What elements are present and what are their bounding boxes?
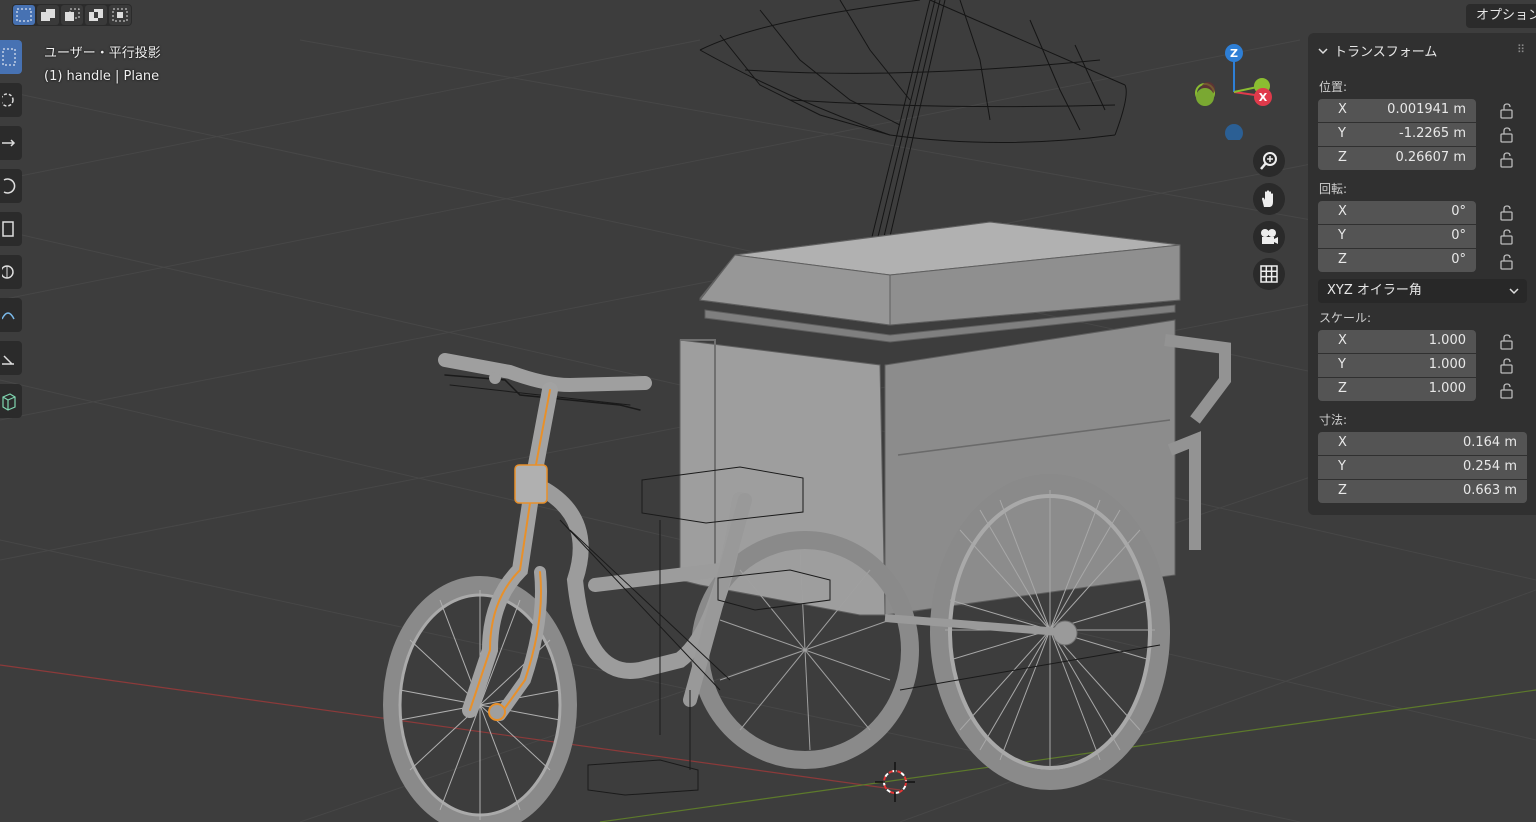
rotation-z-field[interactable]: Z 0° <box>1318 249 1476 272</box>
tool-shelf <box>0 40 22 427</box>
lock-icon[interactable] <box>1498 127 1516 143</box>
svg-text:X: X <box>1259 91 1268 104</box>
select-subtract-icon[interactable] <box>61 5 83 25</box>
location-z-field[interactable]: Z 0.26607 m <box>1318 147 1476 170</box>
scale-icon[interactable] <box>0 212 22 246</box>
dimensions-x-field[interactable]: X 0.164 m <box>1318 432 1527 455</box>
measure-icon[interactable] <box>0 341 22 375</box>
lock-icon[interactable] <box>1498 103 1516 119</box>
drag-handle-icon[interactable]: ⠿ <box>1517 43 1526 56</box>
transform-panel: トランスフォーム ⠿ 位置: X 0.001941 m Y -1.2265 m Z0… <box>1308 33 1536 515</box>
viewport-header: オプション <box>0 0 1536 30</box>
lock-icon[interactable] <box>1498 152 1516 168</box>
pan-hand-icon[interactable] <box>1253 183 1285 215</box>
dimensions-z-field[interactable]: Z 0.663 m <box>1318 480 1527 503</box>
scene-canvas[interactable] <box>0 0 1536 822</box>
lock-icon[interactable] <box>1498 358 1516 374</box>
transform-panel-header[interactable]: トランスフォーム <box>1318 41 1437 60</box>
select-box-icon[interactable] <box>0 40 22 74</box>
rotate-icon[interactable] <box>0 169 22 203</box>
rotation-mode-dropdown[interactable]: XYZ オイラー角 <box>1318 279 1527 303</box>
chevron-down-icon <box>1509 288 1519 295</box>
gizmo-z-axis[interactable]: Z <box>1225 44 1243 62</box>
select-difference-icon[interactable] <box>85 5 107 25</box>
scale-y-field[interactable]: Y 1.000 <box>1318 354 1476 377</box>
scale-label: スケール: <box>1319 311 1372 325</box>
add-cube-icon[interactable] <box>0 384 22 418</box>
lock-icon[interactable] <box>1498 254 1516 270</box>
grid-icon[interactable] <box>1253 258 1285 290</box>
object-info: (1) handle | Plane <box>44 69 160 84</box>
selected-fork <box>462 382 558 721</box>
3d-cursor-icon <box>875 762 915 802</box>
zoom-icon[interactable] <box>1253 145 1285 177</box>
chevron-down-icon <box>1318 47 1328 54</box>
navigation-gizmo[interactable]: Z X <box>1190 40 1280 142</box>
select-new-icon[interactable] <box>13 5 35 25</box>
select-extend-icon[interactable] <box>37 5 59 25</box>
svg-text:Z: Z <box>1230 47 1238 60</box>
view-name: ユーザー・平行投影 <box>44 46 161 61</box>
panel-title: トランスフォーム <box>1334 45 1438 60</box>
lock-icon[interactable] <box>1498 334 1516 350</box>
scale-x-field[interactable]: X 1.000 <box>1318 330 1476 353</box>
lock-icon[interactable] <box>1498 205 1516 221</box>
lock-icon[interactable] <box>1498 383 1516 399</box>
scale-z-field[interactable]: Z 1.000 <box>1318 378 1476 401</box>
location-x-field[interactable]: X 0.001941 m <box>1318 99 1476 122</box>
options-dropdown[interactable]: オプション <box>1466 4 1536 28</box>
move-icon[interactable] <box>0 126 22 160</box>
viewport-info: ユーザー・平行投影 (1) handle | Plane <box>44 42 161 88</box>
dimensions-label: 寸法: <box>1319 413 1348 427</box>
transform-icon[interactable] <box>0 255 22 289</box>
annotate-icon[interactable] <box>0 298 22 332</box>
select-intersect-icon[interactable] <box>109 5 131 25</box>
selection-mode-group <box>12 4 132 26</box>
gizmo-x-axis[interactable]: X <box>1254 88 1272 106</box>
location-y-field[interactable]: Y -1.2265 m <box>1318 123 1476 146</box>
rotation-label: 回転: <box>1319 182 1348 196</box>
location-label: 位置: <box>1319 80 1348 94</box>
lock-icon[interactable] <box>1498 229 1516 245</box>
3d-viewport[interactable]: オプション ユーザー・平行投影 (1) handle | Plane Z X ト… <box>0 0 1536 822</box>
cursor-icon[interactable] <box>0 83 22 117</box>
camera-icon[interactable] <box>1253 221 1285 253</box>
dimensions-y-field[interactable]: Y 0.254 m <box>1318 456 1527 479</box>
rotation-x-field[interactable]: X 0° <box>1318 201 1476 224</box>
rotation-y-field[interactable]: Y 0° <box>1318 225 1476 248</box>
y-axis-line <box>599 689 1536 822</box>
